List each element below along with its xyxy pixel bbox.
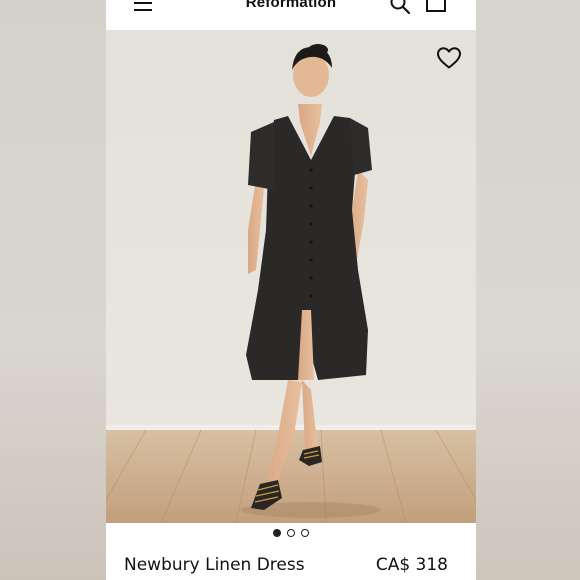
blurred-backdrop-left <box>0 0 106 580</box>
product-photo-illustration <box>106 30 476 523</box>
blurred-backdrop-right <box>476 0 580 580</box>
carousel-dot-2[interactable] <box>287 529 295 537</box>
heart-icon[interactable] <box>436 46 462 70</box>
product-name[interactable]: Newbury Linen Dress <box>124 555 305 575</box>
product-price: CA$ 318 <box>375 555 448 575</box>
top-navigation-bar: Reformation <box>106 0 476 30</box>
search-icon[interactable] <box>390 0 410 14</box>
carousel-dot-3[interactable] <box>301 529 310 537</box>
shopping-bag-icon[interactable] <box>426 0 446 12</box>
carousel-dot-1[interactable] <box>272 529 281 537</box>
product-image[interactable] <box>106 30 476 523</box>
brand-logo[interactable]: Reformation <box>106 0 476 11</box>
product-card: Reformation Newbury Linen Dress CA$ 318 <box>106 0 476 580</box>
image-carousel-indicator <box>106 529 476 539</box>
